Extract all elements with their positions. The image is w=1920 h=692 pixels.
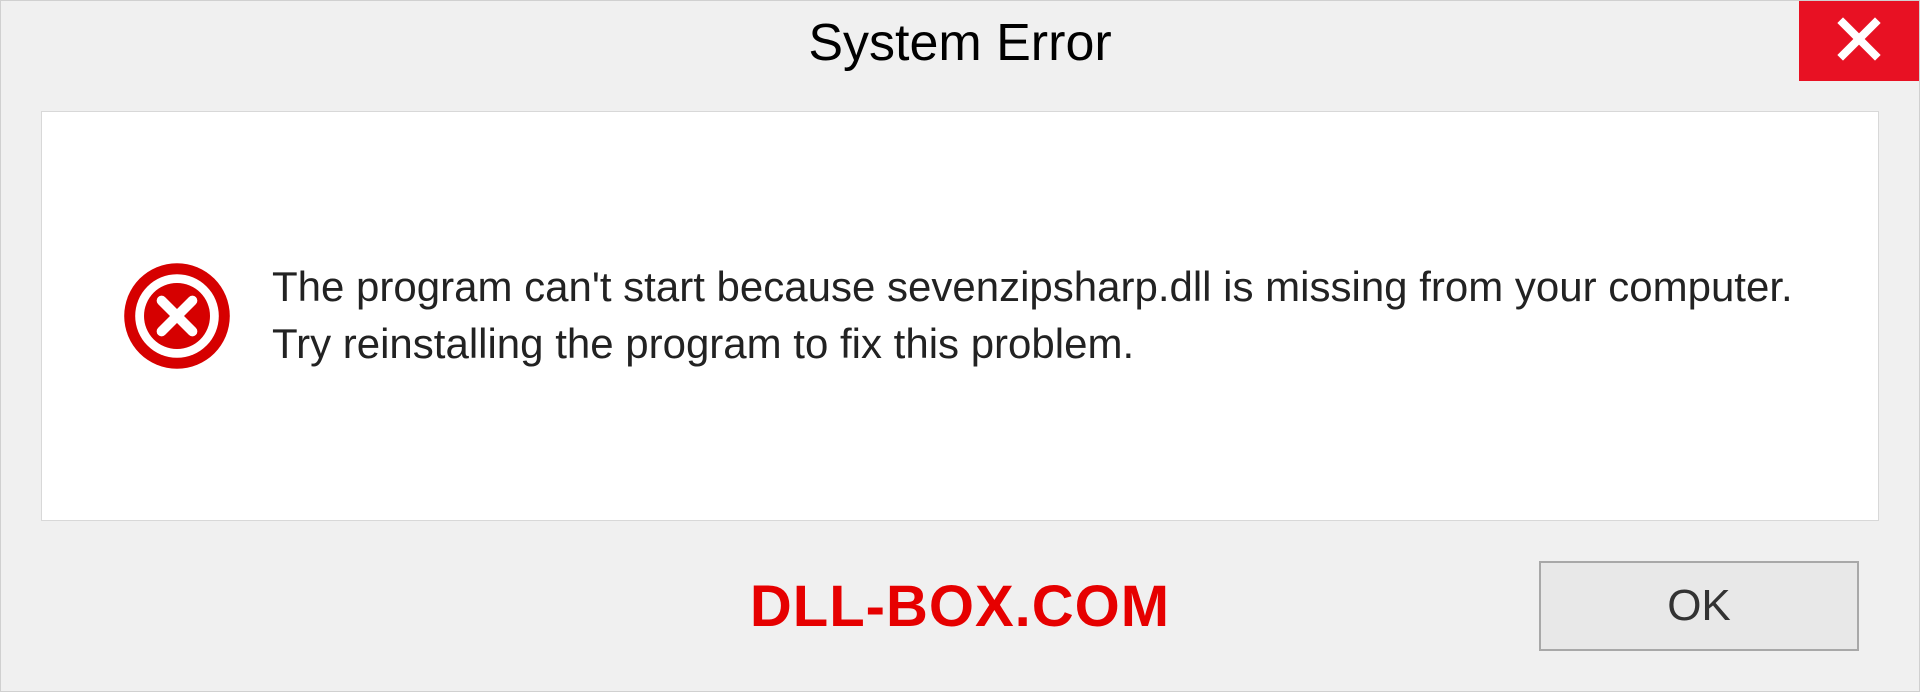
error-icon <box>122 261 232 371</box>
ok-button[interactable]: OK <box>1539 561 1859 651</box>
dialog-footer: DLL-BOX.COM OK <box>1 521 1919 691</box>
error-message: The program can't start because sevenzip… <box>272 259 1798 372</box>
dialog-title: System Error <box>808 13 1111 73</box>
close-icon <box>1835 15 1883 68</box>
error-dialog: System Error The program can't start bec… <box>0 0 1920 692</box>
close-button[interactable] <box>1799 1 1919 81</box>
content-area: The program can't start because sevenzip… <box>41 111 1879 521</box>
title-bar: System Error <box>1 1 1919 101</box>
watermark-text: DLL-BOX.COM <box>750 573 1170 640</box>
